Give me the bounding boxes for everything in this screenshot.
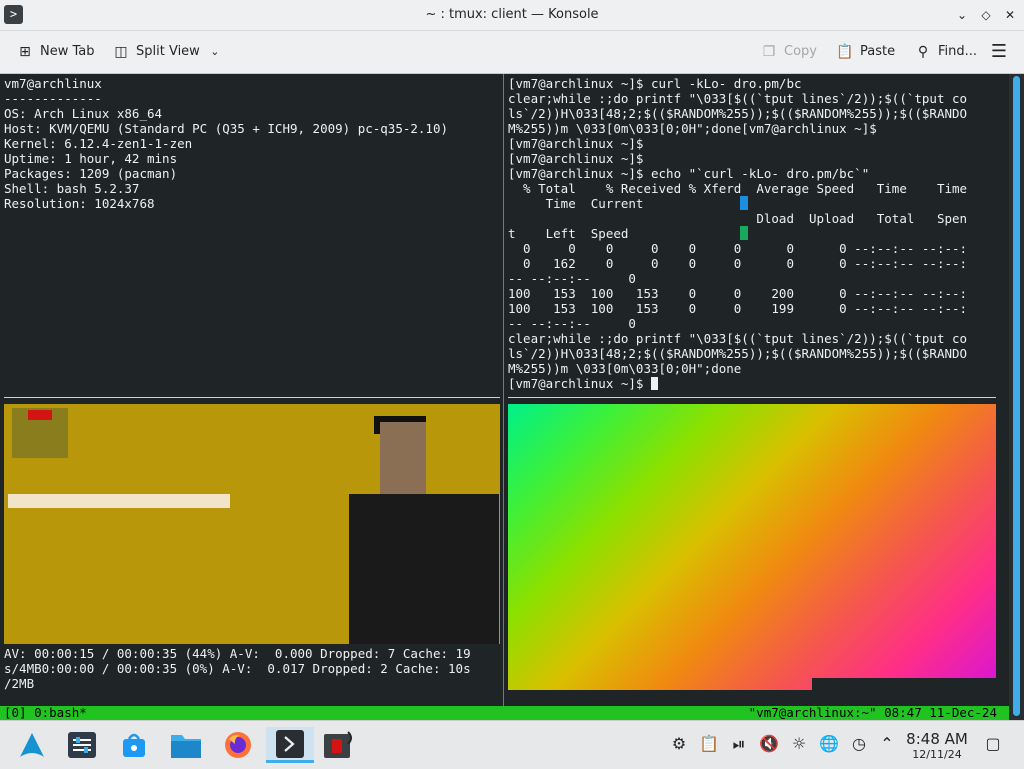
find-label: Find... — [938, 44, 978, 59]
split-view-icon: ◫ — [114, 44, 128, 60]
volume-muted-icon[interactable]: 🔇 — [758, 734, 780, 753]
copy-icon: ❐ — [762, 44, 776, 60]
minimize-button[interactable]: ⌄ — [952, 5, 972, 25]
split-view-button[interactable]: ◫ Split View ⌄ — [112, 42, 224, 62]
close-button[interactable]: ✕ — [1000, 5, 1020, 25]
scrollbar-thumb[interactable] — [1013, 76, 1020, 716]
expand-tray-icon[interactable]: ⌃ — [876, 734, 898, 753]
hamburger-menu-icon: ☰ — [990, 41, 1008, 62]
color-gradient-output — [508, 404, 996, 690]
maximize-button[interactable]: ◇ — [976, 5, 996, 25]
arch-launcher-icon[interactable] — [14, 727, 50, 763]
color-block-blue — [740, 196, 748, 210]
firefox-icon[interactable] — [220, 727, 256, 763]
text-cursor — [651, 377, 658, 390]
taskbar: ⚙ 📋 ⏯ 🔇 ☼ 🌐 ◷ ⌃ 8:48 AM 12/11/24 ▢ — [0, 720, 1024, 769]
digital-clock[interactable]: 8:48 AM 12/11/24 — [900, 730, 974, 762]
paste-button[interactable]: 📋 Paste — [836, 42, 895, 62]
new-tab-button[interactable]: ⊞ New Tab — [16, 42, 95, 62]
find-button[interactable]: ⚲ Find... — [914, 42, 977, 62]
gradient-unfilled-strip — [812, 678, 996, 690]
tmux-window-list[interactable]: [0] 0:bash* — [4, 706, 87, 720]
paste-icon: 📋 — [836, 44, 854, 60]
color-block-green — [740, 226, 748, 240]
window-title: ~ : tmux: client — Konsole — [425, 7, 599, 22]
new-tab-label: New Tab — [40, 44, 95, 59]
terminal-area[interactable]: vm7@archlinux ------------- OS: Arch Lin… — [0, 74, 1009, 706]
copy-label: Copy — [784, 44, 817, 59]
system-settings-icon[interactable] — [64, 727, 100, 763]
copy-button[interactable]: ❐ Copy — [760, 42, 817, 62]
paste-label: Paste — [860, 44, 896, 59]
media-pause-icon[interactable]: ⏯ — [728, 734, 750, 754]
diamond-icon: ◇ — [981, 8, 991, 22]
chevron-down-icon: ⌄ — [210, 45, 220, 58]
toolbar: ⊞ New Tab ◫ Split View ⌄ ❐ Copy 📋 Paste … — [0, 31, 1024, 74]
title-bar: > ~ : tmux: client — Konsole ⌄ ◇ ✕ — [0, 0, 1024, 31]
mpv-status-text: AV: 00:00:15 / 00:00:35 (44%) A-V: 0.000… — [4, 646, 471, 691]
brightness-icon[interactable]: ☼ — [788, 734, 810, 753]
clipboard-icon[interactable]: 📋 — [698, 734, 720, 753]
tmux-host-time: "vm7@archlinux:~" 08:47 11-Dec-24 — [748, 705, 997, 720]
shell-prompt: [vm7@archlinux ~]$ — [508, 376, 651, 391]
terminal-scrollbar[interactable] — [1009, 74, 1024, 720]
video-playback-image — [4, 404, 500, 644]
pane-divider-horizontal-left[interactable] — [4, 397, 500, 398]
split-view-label: Split View — [136, 44, 200, 59]
video-logo-red — [28, 410, 52, 420]
updates-icon[interactable]: ◷ — [848, 734, 870, 753]
discover-icon[interactable] — [116, 727, 152, 763]
pane-divider-horizontal-right[interactable] — [508, 397, 996, 398]
clock-date: 12/11/24 — [912, 748, 962, 761]
pane-top-right-prompt-line: [vm7@archlinux ~]$ — [508, 376, 658, 391]
close-icon: ✕ — [1004, 8, 1016, 22]
video-person-head — [380, 422, 426, 494]
show-desktop-icon[interactable]: ▢ — [982, 734, 1004, 753]
video-banner-bar — [8, 494, 230, 508]
new-tab-icon: ⊞ — [19, 44, 31, 60]
chevron-down-icon: ⌄ — [956, 8, 968, 22]
tmux-status-bar: [0] 0:bash* "vm7@archlinux:~" 08:47 11-D… — [0, 706, 1009, 720]
pane-top-right-text: [vm7@archlinux ~]$ curl -kLo- dro.pm/bc … — [508, 76, 968, 376]
pane-top-left-text: vm7@archlinux ------------- OS: Arch Lin… — [4, 76, 449, 211]
search-icon: ⚲ — [917, 44, 929, 60]
clock-time: 8:48 AM — [906, 730, 968, 748]
network-icon[interactable]: 🌐 — [818, 734, 840, 753]
media-player-icon[interactable] — [322, 727, 358, 763]
konsole-icon[interactable] — [266, 727, 314, 763]
steam-icon[interactable]: ⚙ — [668, 734, 690, 753]
pane-divider-vertical[interactable] — [503, 74, 504, 706]
dolphin-icon[interactable] — [168, 727, 204, 763]
video-person-body — [349, 494, 499, 644]
hamburger-menu-button[interactable]: ☰ — [990, 42, 1008, 62]
